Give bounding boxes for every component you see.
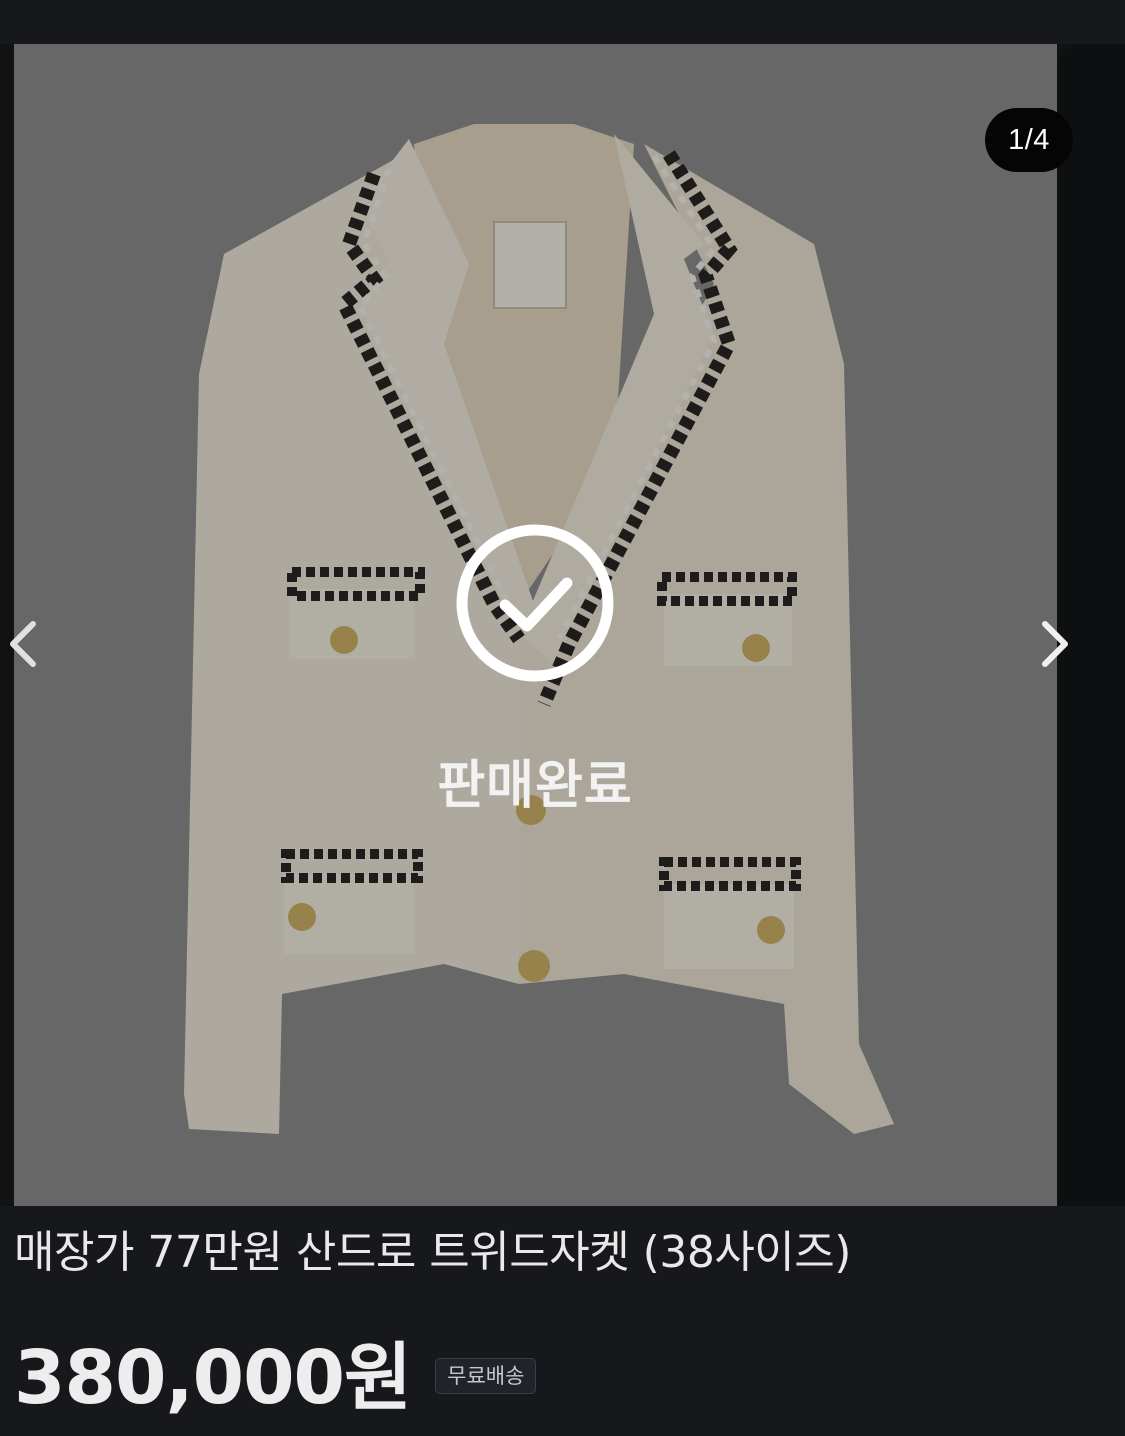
- product-price: 380,000원: [14, 1334, 412, 1421]
- product-title: 매장가 77만원 산드로 트위드자켓 (38사이즈): [14, 1227, 851, 1278]
- prev-image-button[interactable]: [0, 614, 44, 674]
- chevron-right-icon: [1042, 621, 1068, 667]
- sold-out-label: 판매완료: [437, 756, 633, 816]
- image-gallery[interactable]: 1/4 판매완료: [0, 44, 1125, 1206]
- sold-out-badge: 판매완료: [425, 521, 645, 818]
- free-shipping-badge: 무료배송: [435, 1358, 537, 1394]
- image-counter: 1/4: [985, 108, 1073, 172]
- top-bar: [0, 0, 1125, 44]
- product-detail-page: 1/4 판매완료 매장가 77만원 산드로 트위드자켓 (38사이즈) 380,…: [0, 0, 1125, 1436]
- price-row: 380,000원 무료배송: [14, 1326, 537, 1421]
- check-circle-icon: [456, 524, 614, 682]
- chevron-left-icon: [10, 621, 36, 667]
- next-image-button[interactable]: [1034, 614, 1078, 674]
